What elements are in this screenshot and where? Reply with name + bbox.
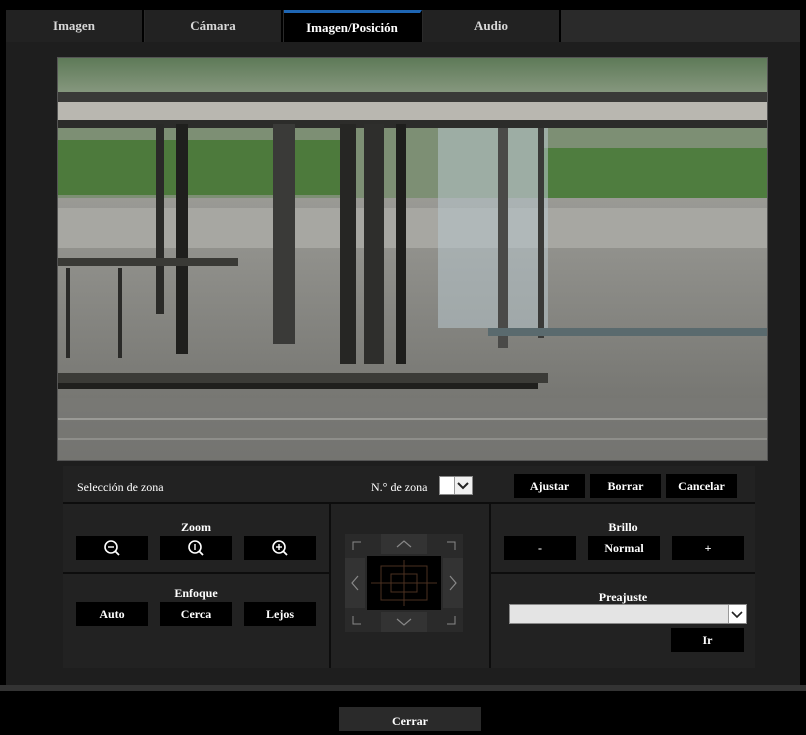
brightness-normal-button[interactable]: Normal [588,536,660,560]
camera-video-preview[interactable] [57,57,768,461]
tab-bar: Imagen Cámara Imagen/Posición Audio [0,0,806,42]
set-button[interactable]: Ajustar [514,474,585,498]
zoom-out-icon [104,540,120,556]
preset-go-button[interactable]: Ir [671,628,744,652]
focus-far-button[interactable]: Lejos [244,602,316,626]
zoom-reset-icon [188,540,204,556]
control-panel: Selección de zona N.° de zona Ajustar Bo… [63,466,755,668]
focus-near-button[interactable]: Cerca [160,602,232,626]
preset-select[interactable] [509,604,747,624]
zoom-reset-button[interactable] [160,536,232,560]
tab-camara[interactable]: Cámara [145,10,283,42]
chevron-down-icon [454,477,472,494]
tab-imagen[interactable]: Imagen [6,10,144,42]
focus-title: Enfoque [174,586,218,600]
cancel-button[interactable]: Cancelar [666,474,737,498]
zone-number-label: N.° de zona [371,480,428,494]
zoom-out-button[interactable] [76,536,148,560]
tab-audio[interactable]: Audio [423,10,561,42]
brightness-title: Brillo [608,520,638,534]
zoom-in-icon [272,540,288,556]
zone-number-select[interactable] [439,476,473,495]
delete-button[interactable]: Borrar [590,474,661,498]
zone-selection-label: Selección de zona [77,480,164,494]
pan-tilt-pad[interactable] [345,534,463,632]
footer-divider [0,685,806,691]
brightness-minus-button[interactable]: - [504,536,576,560]
zoom-in-button[interactable] [244,536,316,560]
chevron-down-icon [728,605,746,623]
brightness-plus-button[interactable]: + [672,536,744,560]
focus-auto-button[interactable]: Auto [76,602,148,626]
camera-image [58,58,767,460]
close-button[interactable]: Cerrar [339,707,481,731]
zoom-title: Zoom [181,520,211,534]
tab-imagen-posicion[interactable]: Imagen/Posición [284,10,422,42]
preset-title: Preajuste [598,590,648,604]
